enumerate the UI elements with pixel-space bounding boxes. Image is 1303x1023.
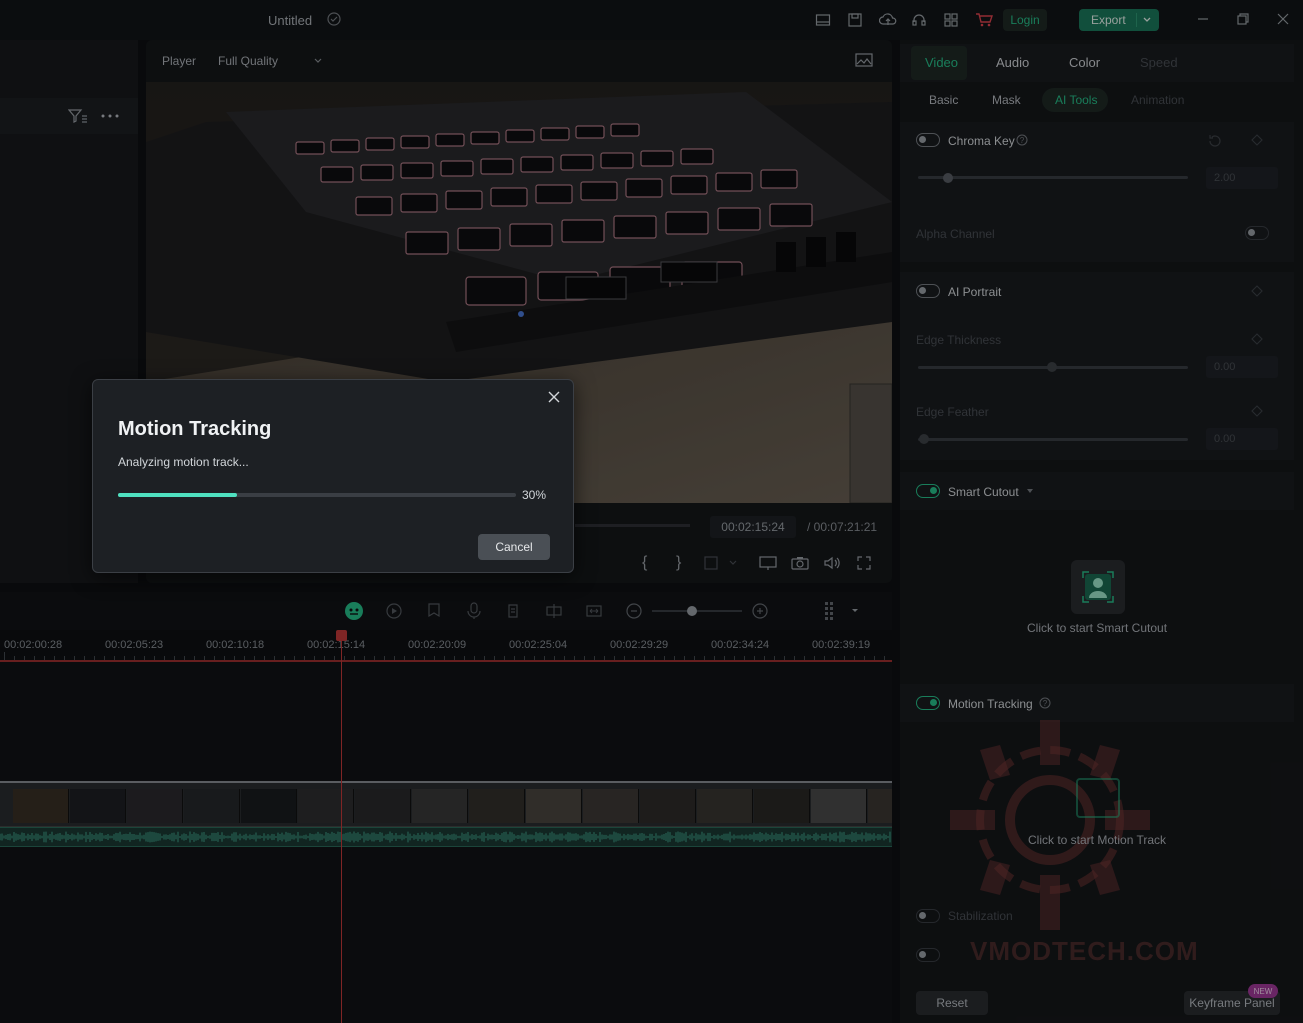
dialog-message: Analyzing motion track... [118, 455, 249, 469]
cancel-button[interactable]: Cancel [478, 534, 550, 560]
motion-tracking-dialog: Motion Tracking Analyzing motion track..… [92, 379, 574, 573]
progress-bar-fill [118, 493, 238, 497]
progress-percent: 30% [522, 488, 547, 502]
close-icon[interactable] [546, 389, 562, 405]
dialog-title: Motion Tracking [118, 418, 272, 440]
progress-bar-track [118, 493, 516, 497]
